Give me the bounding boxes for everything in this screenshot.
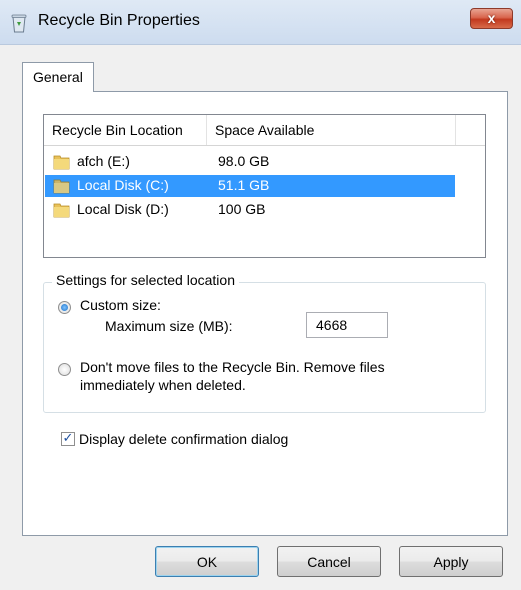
max-size-label: Maximum size (MB): (105, 318, 233, 334)
tab-general-label: General (33, 69, 83, 85)
title-bar[interactable]: Recycle Bin Properties x (0, 0, 521, 45)
list-row-d[interactable]: Local Disk (D:) 100 GB (45, 199, 455, 221)
location-list[interactable]: Recycle Bin Location Space Available afc… (43, 114, 486, 258)
apply-button[interactable]: Apply (399, 546, 503, 577)
window-title: Recycle Bin Properties (38, 12, 200, 29)
column-header-space-label: Space Available (215, 122, 315, 138)
dont-move-label-line1[interactable]: Don't move files to the Recycle Bin. Rem… (80, 359, 385, 375)
recycle-bin-icon (11, 14, 27, 33)
folder-icon (53, 155, 70, 170)
custom-size-label[interactable]: Custom size: (80, 297, 161, 313)
ok-button[interactable]: OK (155, 546, 259, 577)
dont-move-radio[interactable] (58, 363, 71, 376)
list-row-e[interactable]: afch (E:) 98.0 GB (45, 151, 455, 173)
list-row-name: Local Disk (D:) (77, 201, 169, 217)
checkmark-icon: ✓ (62, 430, 74, 445)
folder-icon (53, 179, 70, 194)
column-header-space[interactable]: Space Available (207, 115, 456, 145)
cancel-button[interactable]: Cancel (277, 546, 381, 577)
column-header-location-label: Recycle Bin Location (52, 122, 183, 138)
list-header: Recycle Bin Location Space Available (44, 115, 485, 146)
custom-size-radio[interactable] (58, 301, 71, 314)
settings-group-title: Settings for selected location (52, 272, 239, 288)
list-row-space: 100 GB (218, 201, 266, 217)
confirm-label[interactable]: Display delete confirmation dialog (79, 431, 288, 447)
max-size-input[interactable] (306, 312, 388, 338)
properties-dialog: Recycle Bin Properties x General Recycle… (0, 0, 521, 590)
close-button[interactable]: x (470, 8, 513, 29)
list-row-name: Local Disk (C:) (77, 177, 169, 193)
column-header-location[interactable]: Recycle Bin Location (44, 115, 207, 145)
dont-move-label-line2[interactable]: immediately when deleted. (80, 377, 246, 393)
tab-general[interactable]: General (22, 62, 94, 92)
folder-icon (53, 203, 70, 218)
list-row-c[interactable]: Local Disk (C:) 51.1 GB (45, 175, 455, 197)
close-icon: x (487, 10, 496, 26)
confirm-checkbox[interactable]: ✓ (61, 430, 75, 446)
list-row-space: 98.0 GB (218, 153, 270, 169)
list-row-space: 51.1 GB (218, 177, 270, 193)
list-row-name: afch (E:) (77, 153, 130, 169)
